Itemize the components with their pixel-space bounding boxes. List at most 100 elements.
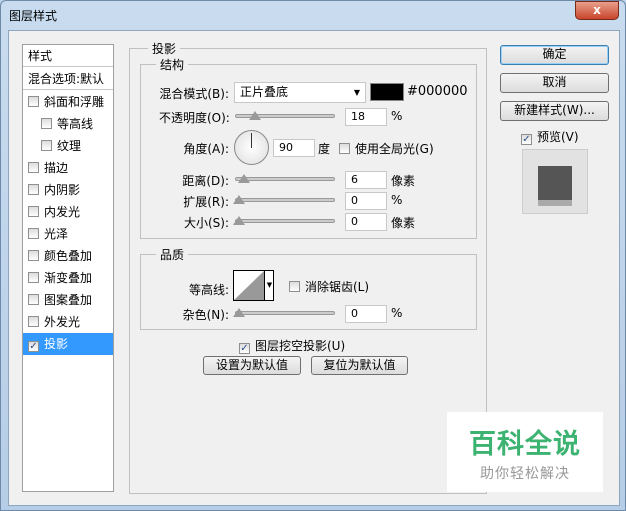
opacity-label: 不透明度(O): bbox=[159, 111, 230, 125]
dialog-body: 样式 混合选项:默认 斜面和浮雕等高线纹理描边内阴影内发光光泽颜色叠加渐变叠加图… bbox=[8, 30, 620, 506]
style-item[interactable]: 图案叠加 bbox=[23, 289, 113, 311]
style-item-label: 图案叠加 bbox=[44, 293, 93, 307]
checkbox-icon[interactable] bbox=[28, 206, 39, 217]
checkbox-icon[interactable] bbox=[41, 140, 52, 151]
style-item-label: 投影 bbox=[44, 337, 69, 351]
style-item-label: 内发光 bbox=[44, 205, 81, 219]
distance-input[interactable]: 6 bbox=[345, 171, 387, 189]
blending-options[interactable]: 混合选项:默认 bbox=[23, 68, 113, 90]
style-item[interactable]: 外发光 bbox=[23, 311, 113, 333]
quality-title: 品质 bbox=[156, 246, 189, 263]
window-title: 图层样式 bbox=[9, 9, 58, 23]
style-item-label: 外发光 bbox=[44, 315, 81, 329]
checkbox-icon bbox=[289, 281, 300, 292]
style-item[interactable]: 内发光 bbox=[23, 201, 113, 223]
checkbox-checked-icon[interactable]: ✓ bbox=[28, 341, 39, 352]
global-light-checkbox[interactable]: 使用全局光(G) bbox=[339, 140, 434, 157]
style-item[interactable]: 光泽 bbox=[23, 223, 113, 245]
spread-label: 扩展(R): bbox=[183, 195, 229, 209]
checkbox-icon[interactable] bbox=[41, 118, 52, 129]
checkbox-checked-icon: ✓ bbox=[239, 343, 250, 354]
distance-unit: 像素 bbox=[391, 174, 416, 188]
ok-button[interactable]: 确定 bbox=[500, 45, 609, 65]
checkbox-checked-icon: ✓ bbox=[521, 134, 532, 145]
spread-slider[interactable] bbox=[233, 195, 335, 204]
watermark-subtitle: 助你轻松解决 bbox=[480, 466, 570, 482]
global-light-label: 使用全局光(G) bbox=[355, 142, 434, 156]
preview-label: 预览(V) bbox=[537, 130, 579, 144]
shadow-color-swatch[interactable] bbox=[370, 83, 404, 101]
chevron-down-icon: ▼ bbox=[353, 88, 360, 97]
slider-thumb[interactable] bbox=[233, 216, 245, 225]
style-item-label: 光泽 bbox=[44, 227, 69, 241]
checkbox-icon[interactable] bbox=[28, 228, 39, 239]
drop-shadow-title: 投影 bbox=[148, 40, 181, 57]
watermark: 百科全说 助你轻松解决 bbox=[447, 412, 603, 492]
opacity-slider[interactable] bbox=[235, 111, 335, 120]
style-item-label: 内阴影 bbox=[44, 183, 81, 197]
knockout-label: 图层挖空投影(U) bbox=[255, 339, 346, 353]
size-slider[interactable] bbox=[233, 216, 335, 225]
style-item[interactable]: 纹理 bbox=[23, 135, 113, 157]
style-item-label: 纹理 bbox=[57, 139, 82, 153]
size-label: 大小(S): bbox=[183, 216, 229, 230]
spread-unit: % bbox=[391, 193, 403, 207]
size-input[interactable]: 0 bbox=[345, 213, 387, 231]
distance-label: 距离(D): bbox=[182, 174, 229, 188]
distance-slider[interactable] bbox=[235, 174, 335, 183]
contour-label: 等高线: bbox=[188, 283, 229, 297]
angle-label: 角度(A): bbox=[183, 142, 229, 156]
angle-unit: 度 bbox=[318, 142, 331, 156]
style-item[interactable]: 内阴影 bbox=[23, 179, 113, 201]
preview-swatch bbox=[522, 149, 588, 214]
style-item[interactable]: ✓ 投影 bbox=[23, 333, 113, 355]
shadow-color-hex: #000000 bbox=[407, 84, 468, 99]
opacity-input[interactable]: 18 bbox=[345, 108, 387, 126]
slider-thumb[interactable] bbox=[249, 111, 261, 120]
slider-thumb[interactable] bbox=[238, 174, 250, 183]
checkbox-icon[interactable] bbox=[28, 272, 39, 283]
chevron-down-icon: ▼ bbox=[264, 271, 274, 300]
new-style-button[interactable]: 新建样式(W)... bbox=[500, 101, 609, 121]
watermark-title: 百科全说 bbox=[469, 429, 581, 460]
checkbox-icon[interactable] bbox=[28, 162, 39, 173]
opacity-unit: % bbox=[391, 109, 403, 123]
checkbox-icon[interactable] bbox=[28, 96, 39, 107]
style-item[interactable]: 等高线 bbox=[23, 113, 113, 135]
blend-mode-label: 混合模式(B): bbox=[159, 87, 229, 101]
angle-input[interactable]: 90 bbox=[273, 139, 315, 157]
style-item-label: 渐变叠加 bbox=[44, 271, 93, 285]
blend-mode-select[interactable]: 正片叠底 ▼ bbox=[234, 82, 366, 103]
set-default-button[interactable]: 设置为默认值 bbox=[203, 356, 301, 375]
style-item[interactable]: 斜面和浮雕 bbox=[23, 91, 113, 113]
knockout-checkbox[interactable]: ✓ 图层挖空投影(U) bbox=[239, 337, 345, 354]
style-item[interactable]: 渐变叠加 bbox=[23, 267, 113, 289]
antialias-label: 消除锯齿(L) bbox=[305, 280, 370, 294]
checkbox-icon[interactable] bbox=[28, 184, 39, 195]
reset-default-button[interactable]: 复位为默认值 bbox=[311, 356, 408, 375]
blend-mode-value: 正片叠底 bbox=[240, 85, 289, 99]
style-item-label: 等高线 bbox=[57, 117, 94, 131]
style-item[interactable]: 描边 bbox=[23, 157, 113, 179]
angle-dial[interactable] bbox=[234, 130, 269, 165]
size-unit: 像素 bbox=[391, 216, 416, 230]
cancel-button[interactable]: 取消 bbox=[500, 73, 609, 93]
contour-picker[interactable]: ▼ bbox=[233, 270, 274, 301]
close-button[interactable]: x bbox=[575, 1, 619, 20]
checkbox-icon[interactable] bbox=[28, 294, 39, 305]
structure-title: 结构 bbox=[156, 56, 189, 73]
preview-checkbox[interactable]: ✓ 预览(V) bbox=[521, 128, 579, 145]
checkbox-icon bbox=[339, 143, 350, 154]
antialias-checkbox[interactable]: 消除锯齿(L) bbox=[289, 278, 369, 295]
style-item-label: 描边 bbox=[44, 161, 69, 175]
layer-style-dialog: 图层样式 x 样式 混合选项:默认 斜面和浮雕等高线纹理描边内阴影内发光光泽颜色… bbox=[0, 0, 626, 511]
checkbox-icon[interactable] bbox=[28, 250, 39, 261]
styles-header[interactable]: 样式 bbox=[23, 45, 113, 67]
spread-input[interactable]: 0 bbox=[345, 192, 387, 210]
contour-preview-icon bbox=[234, 271, 264, 300]
style-item[interactable]: 颜色叠加 bbox=[23, 245, 113, 267]
slider-thumb[interactable] bbox=[233, 195, 245, 204]
checkbox-icon[interactable] bbox=[28, 316, 39, 327]
styles-list: 样式 混合选项:默认 斜面和浮雕等高线纹理描边内阴影内发光光泽颜色叠加渐变叠加图… bbox=[22, 44, 114, 492]
style-item-label: 颜色叠加 bbox=[44, 249, 93, 263]
